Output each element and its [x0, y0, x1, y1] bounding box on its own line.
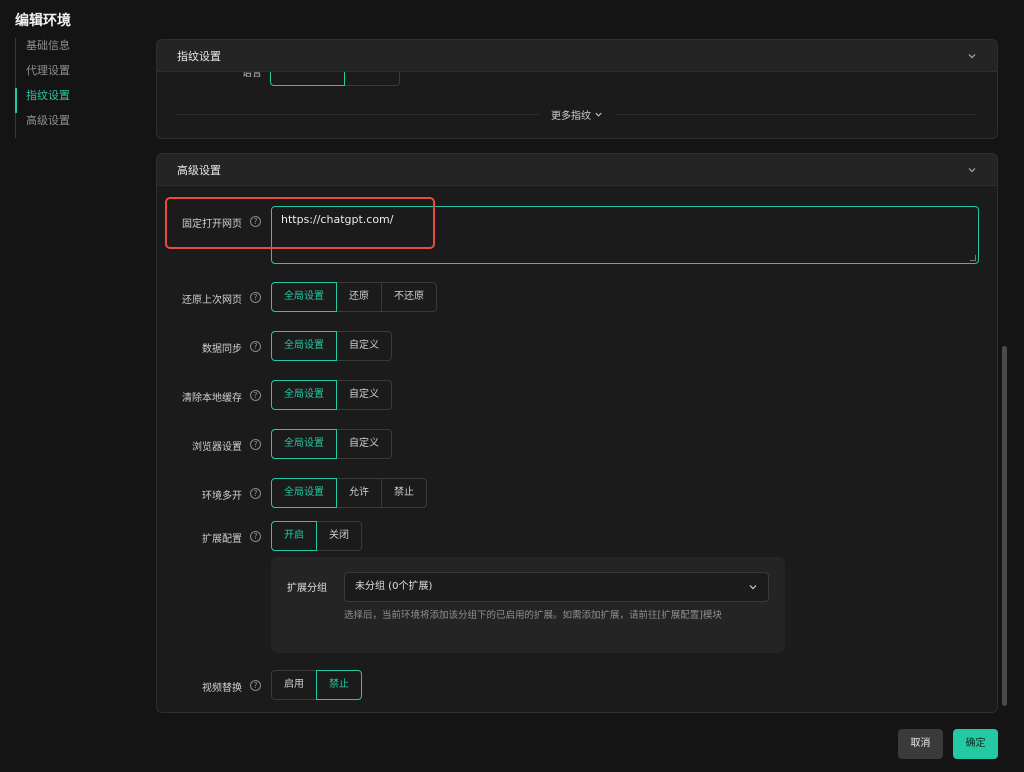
sidebar-item-advanced[interactable]: 高级设置 — [15, 113, 70, 138]
help-icon[interactable]: ? — [250, 216, 261, 227]
video-replace-option-deny[interactable]: 禁止 — [316, 670, 362, 700]
help-icon[interactable]: ? — [250, 390, 261, 401]
sidebar-nav: 基础信息 代理设置 指纹设置 高级设置 — [15, 38, 70, 138]
fingerprint-panel-header[interactable]: 指纹设置 — [157, 40, 997, 72]
extensions-option-on[interactable]: 开启 — [271, 521, 317, 551]
data-sync-option-global[interactable]: 全局设置 — [271, 331, 337, 361]
more-fingerprint-row: 更多指纹 — [177, 106, 977, 122]
browser-settings-label: 浏览器设置 — [192, 442, 242, 453]
multi-open-label: 环境多开 — [202, 491, 242, 502]
sidebar-item-proxy[interactable]: 代理设置 — [15, 63, 70, 88]
video-replace-segment: 启用 禁止 — [271, 670, 362, 700]
more-fingerprint-button[interactable]: 更多指纹 — [539, 107, 615, 122]
clear-cache-segment: 全局设置 自定义 — [271, 380, 392, 410]
data-sync-option-custom[interactable]: 自定义 — [336, 331, 392, 361]
restore-last-segment: 全局设置 还原 不还原 — [271, 282, 437, 312]
resize-handle[interactable] — [970, 255, 976, 261]
extension-group-value: 未分组 (0个扩展) — [355, 581, 433, 592]
help-icon[interactable]: ? — [250, 292, 261, 303]
restore-last-option-restore[interactable]: 还原 — [336, 282, 382, 312]
advanced-panel-header[interactable]: 高级设置 — [157, 154, 997, 186]
multi-open-segment: 全局设置 允许 禁止 — [271, 478, 427, 508]
fixed-pages-input[interactable]: https://chatgpt.com/ — [271, 206, 979, 264]
more-fingerprint-label: 更多指纹 — [551, 110, 591, 122]
help-icon[interactable]: ? — [250, 439, 261, 450]
extensions-label: 扩展配置 — [202, 534, 242, 545]
page-title: 编辑环境 — [15, 13, 71, 29]
advanced-panel: 高级设置 固定打开网页 ? https://chatgpt.com/ 还原上次网… — [156, 153, 998, 713]
divider — [177, 113, 539, 115]
sidebar-item-fingerprint[interactable]: 指纹设置 — [15, 88, 70, 113]
confirm-button[interactable]: 确定 — [953, 729, 998, 759]
restore-last-option-global[interactable]: 全局设置 — [271, 282, 337, 312]
clear-cache-label: 清除本地缓存 — [182, 393, 242, 404]
browser-settings-option-custom[interactable]: 自定义 — [336, 429, 392, 459]
help-icon[interactable]: ? — [250, 531, 261, 542]
fixed-pages-label: 固定打开网页 — [182, 219, 242, 230]
advanced-panel-title: 高级设置 — [177, 163, 221, 177]
chevron-down-icon[interactable] — [967, 51, 977, 61]
extension-group-hint: 选择后，当前环境将添加该分组下的已启用的扩展。如需添加扩展，请前往[扩展配置]模… — [344, 610, 722, 621]
scrollbar-thumb[interactable] — [1002, 346, 1007, 706]
restore-last-label: 还原上次网页 — [182, 295, 242, 306]
video-replace-option-enable[interactable]: 启用 — [271, 670, 317, 700]
multi-open-option-allow[interactable]: 允许 — [336, 478, 382, 508]
extensions-segment: 开启 关闭 — [271, 521, 362, 551]
extension-group-label: 扩展分组 — [287, 583, 327, 594]
chevron-down-icon — [749, 585, 757, 590]
clear-cache-option-custom[interactable]: 自定义 — [336, 380, 392, 410]
multi-open-option-deny[interactable]: 禁止 — [381, 478, 427, 508]
extensions-option-off[interactable]: 关闭 — [316, 521, 362, 551]
fixed-pages-value: https://chatgpt.com/ — [281, 213, 394, 226]
sidebar-item-basic-info[interactable]: 基础信息 — [15, 38, 70, 63]
help-icon[interactable]: ? — [250, 680, 261, 691]
browser-settings-segment: 全局设置 自定义 — [271, 429, 392, 459]
restore-last-option-no-restore[interactable]: 不还原 — [381, 282, 437, 312]
fingerprint-panel-title: 指纹设置 — [177, 49, 221, 63]
multi-open-option-global[interactable]: 全局设置 — [271, 478, 337, 508]
browser-settings-option-global[interactable]: 全局设置 — [271, 429, 337, 459]
divider — [615, 113, 977, 115]
chevron-down-icon[interactable] — [967, 165, 977, 175]
help-icon[interactable]: ? — [250, 341, 261, 352]
extension-group-select[interactable]: 未分组 (0个扩展) — [344, 572, 769, 602]
data-sync-segment: 全局设置 自定义 — [271, 331, 392, 361]
clear-cache-option-global[interactable]: 全局设置 — [271, 380, 337, 410]
chevron-down-icon — [595, 112, 602, 117]
fingerprint-panel: 指纹设置 语言 基于IP匹配 自定义 更多指纹 — [156, 39, 998, 139]
data-sync-label: 数据同步 — [202, 344, 242, 355]
video-replace-label: 视频替换 — [202, 683, 242, 694]
help-icon[interactable]: ? — [250, 488, 261, 499]
cancel-button[interactable]: 取消 — [898, 729, 943, 759]
extension-group-box: 扩展分组 未分组 (0个扩展) 选择后，当前环境将添加该分组下的已启用的扩展。如… — [271, 557, 785, 653]
